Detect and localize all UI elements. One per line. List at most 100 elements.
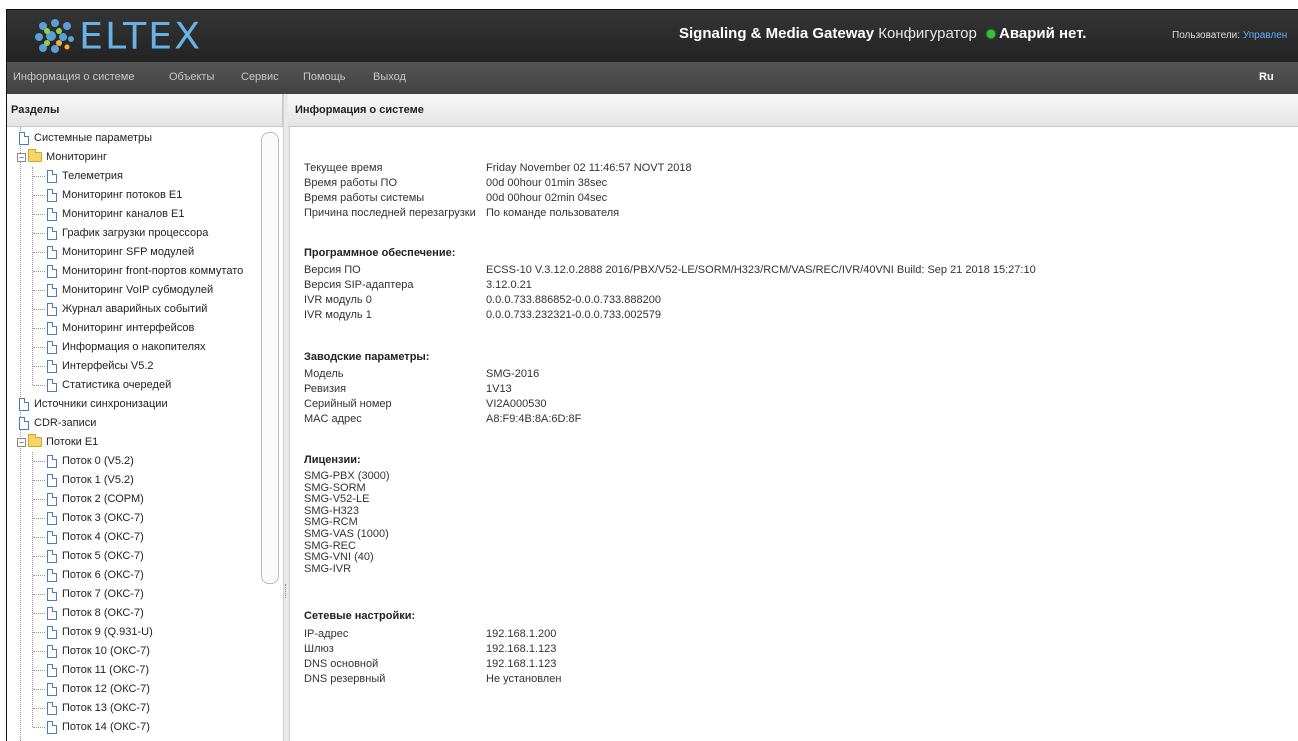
tree-item-e1-stream-label: Поток 9 (Q.931-U) [62, 626, 153, 638]
menu-objects[interactable]: Объекты [169, 71, 214, 83]
document-icon [47, 454, 57, 468]
tree-item-monitoring-label: Интерфейсы V5.2 [62, 360, 154, 372]
tree-branch-line [33, 195, 45, 196]
document-icon [47, 549, 57, 563]
tree-item-e1-stream[interactable]: Поток 1 (V5.2) [47, 471, 134, 489]
info-key: Время работы ПО [304, 177, 398, 189]
menu-help[interactable]: Помощь [303, 71, 346, 83]
tree-item-system-params[interactable]: Системные параметры [19, 129, 152, 147]
tree-branch-line [33, 632, 45, 633]
app-window: ELTEX Signaling & Media Gateway Конфигур… [6, 9, 1298, 741]
tree-item-monitoring[interactable]: Мониторинг VoIP субмодулей [47, 281, 213, 299]
tree-item-monitoring[interactable]: Мониторинг front-портов коммутато [47, 262, 243, 280]
info-key: IP-адрес [304, 628, 349, 640]
tree-guide-line [32, 167, 33, 385]
tree-folder-monitoring[interactable]: − Мониторинг [17, 148, 107, 166]
license-item: SMG-REC [304, 539, 356, 552]
document-icon [47, 340, 57, 354]
menu-service[interactable]: Сервис [241, 71, 279, 83]
tree-item-e1-stream[interactable]: Поток 11 (ОКС-7) [47, 661, 149, 679]
tree-item-monitoring[interactable]: Интерфейсы V5.2 [47, 357, 154, 375]
info-key: DNS резервный [304, 673, 386, 685]
tree-item-e1-stream-label: Поток 4 (ОКС-7) [62, 531, 144, 543]
license-item: SMG-V52-LE [304, 493, 370, 506]
splitter-grip-icon[interactable] [285, 584, 288, 598]
tree-item-monitoring-label: Мониторинг SFP модулей [62, 246, 195, 258]
license-item: SMG-PBX (3000) [304, 470, 390, 482]
tree-branch-line [33, 461, 45, 462]
tree-branch-line [33, 556, 45, 557]
info-value: 0.0.0.733.232321-0.0.0.733.002579 [486, 309, 661, 321]
tree-item-monitoring[interactable]: Мониторинг интерфейсов [47, 319, 194, 337]
tree-item-e1-stream[interactable]: Поток 12 (ОКС-7) [47, 680, 150, 698]
tree-item-sync-sources[interactable]: Источники синхронизации [19, 395, 168, 413]
tree-item-monitoring[interactable]: Мониторинг каналов E1 [47, 205, 184, 223]
alarm-status-text[interactable]: Аварий нет. [999, 25, 1086, 42]
document-icon [19, 131, 29, 145]
tree-item-e1-stream[interactable]: Поток 7 (ОКС-7) [47, 585, 144, 603]
info-key: Ревизия [304, 383, 347, 395]
users-area: Пользователи: Управлен [1172, 30, 1287, 41]
document-icon [47, 720, 57, 734]
tree-item-system-params-label: Системные параметры [34, 132, 153, 144]
tree-item-e1-stream[interactable]: Поток 13 (ОКС-7) [47, 699, 150, 717]
tree-scrollbar[interactable] [261, 132, 279, 584]
info-key: Текущее время [304, 162, 383, 174]
panel-splitter[interactable] [283, 94, 290, 741]
tree-item-cdr[interactable]: CDR-записи [19, 414, 96, 432]
info-value: 3.12.0.21 [486, 279, 532, 291]
tree-item-monitoring[interactable]: Телеметрия [47, 167, 123, 185]
tree-item-monitoring[interactable]: Мониторинг SFP модулей [47, 243, 194, 261]
tree-folder-monitoring-label: Мониторинг [46, 151, 108, 163]
tree-item-e1-stream[interactable]: Поток 8 (ОКС-7) [47, 604, 144, 622]
tree-item-e1-stream[interactable]: Поток 0 (V5.2) [47, 452, 134, 470]
menu-system-info[interactable]: Информация о системе [13, 71, 134, 83]
info-value: 00d 00hour 02min 04sec [486, 192, 608, 204]
tree-branch-line [33, 233, 45, 234]
info-key: Модель [304, 368, 344, 380]
tree-item-monitoring[interactable]: Мониторинг потоков E1 [47, 186, 182, 204]
tree-branch-line [33, 347, 45, 348]
tree-folder-e1-streams-label: Потоки E1 [46, 436, 99, 448]
tree-item-monitoring[interactable]: Журнал аварийных событий [47, 300, 207, 318]
info-key: DNS основной [304, 658, 379, 670]
info-key: IVR модуль 0 [304, 294, 372, 306]
info-value: 192.168.1.200 [486, 628, 557, 640]
logo-text: ELTEX [79, 15, 203, 57]
language-selector[interactable]: Ru [1259, 71, 1274, 83]
collapse-toggle-icon[interactable]: − [17, 437, 26, 447]
info-key: Версия ПО [304, 264, 361, 276]
tree-item-e1-stream[interactable]: Поток 3 (ОКС-7) [47, 509, 144, 527]
tree-item-e1-stream-label: Поток 10 (ОКС-7) [62, 645, 150, 657]
menu-exit[interactable]: Выход [373, 71, 406, 83]
info-value: 192.168.1.123 [486, 658, 557, 670]
tree-item-e1-stream-label: Поток 2 (СОРМ) [62, 493, 144, 505]
tree-item-e1-stream[interactable]: Поток 9 (Q.931-U) [47, 623, 153, 641]
tree-item-monitoring-label: Мониторинг VoIP субмодулей [62, 284, 214, 296]
collapse-toggle-icon[interactable]: − [17, 152, 26, 162]
info-key: Версия SIP-адаптера [304, 279, 414, 291]
tree-item-monitoring[interactable]: Информация о накопителях [47, 338, 205, 356]
tree-branch-line [33, 309, 45, 310]
info-value: По команде пользователя [486, 207, 620, 219]
tree-branch-line [33, 613, 45, 614]
tree-item-e1-stream[interactable]: Поток 5 (ОКС-7) [47, 547, 144, 565]
tree-folder-e1-streams[interactable]: − Потоки E1 [17, 433, 98, 451]
product-title: Signaling & Media Gateway Конфигуратор А… [679, 25, 1086, 42]
tree-item-e1-stream[interactable]: Поток 14 (ОКС-7) [47, 718, 150, 736]
tree-item-monitoring-label: Телеметрия [62, 170, 123, 182]
sections-title: Разделы [11, 104, 60, 116]
tree-item-monitoring[interactable]: График загрузки процессора [47, 224, 208, 242]
tree-item-e1-stream[interactable]: Поток 6 (ОКС-7) [47, 566, 144, 584]
tree-item-monitoring[interactable]: Статистика очередей [47, 376, 171, 394]
users-manage-link[interactable]: Управлен [1243, 30, 1287, 41]
info-value: 00d 00hour 01min 38sec [486, 177, 608, 189]
tree-item-e1-stream[interactable]: Поток 4 (ОКС-7) [47, 528, 144, 546]
info-key: Шлюз [304, 643, 334, 655]
tree-item-e1-stream-label: Поток 13 (ОКС-7) [62, 702, 150, 714]
content-title: Информация о системе [295, 104, 424, 116]
tree-item-monitoring-label: Статистика очередей [62, 379, 172, 391]
tree-item-e1-stream[interactable]: Поток 2 (СОРМ) [47, 490, 144, 508]
tree-item-e1-stream[interactable]: Поток 10 (ОКС-7) [47, 642, 150, 660]
tree-item-monitoring-label: Мониторинг front-портов коммутато [62, 265, 244, 277]
